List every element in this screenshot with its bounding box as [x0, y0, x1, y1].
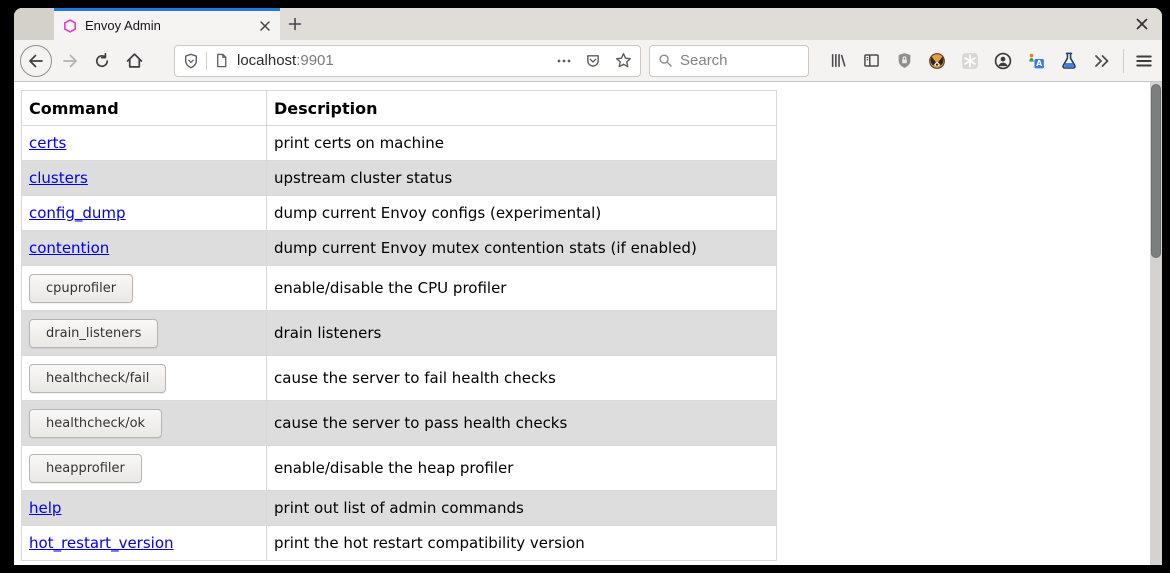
library-icon[interactable] — [829, 52, 847, 70]
description-cell: print out list of admin commands — [267, 491, 777, 526]
url-text[interactable]: localhost:9901 — [237, 52, 557, 69]
navigation-toolbar: localhost:9901 — [14, 40, 1162, 82]
urlbar-divider — [206, 52, 207, 70]
table-row: healthcheck/fail cause the server to fail… — [22, 356, 777, 401]
window-close-button[interactable] — [1122, 8, 1162, 40]
description-cell: cause the server to pass health checks — [267, 401, 777, 446]
command-cell: hot_restart_version — [22, 526, 267, 561]
tab-title: Envoy Admin — [85, 18, 251, 33]
back-icon — [28, 53, 44, 69]
table-row: heapprofiler enable/disable the heap prof… — [22, 446, 777, 491]
scrollbar-thumb[interactable] — [1151, 84, 1161, 258]
table-row: certs print certs on machine — [22, 126, 777, 161]
command-cell: certs — [22, 126, 267, 161]
description-cell: enable/disable the heap profiler — [267, 446, 777, 491]
home-icon — [126, 52, 143, 69]
command-link-hot-restart-version[interactable]: hot_restart_version — [29, 534, 174, 552]
command-cell: cpuprofiler — [22, 266, 267, 311]
search-input[interactable] — [680, 52, 780, 69]
command-button-heapprofiler[interactable]: heapprofiler — [29, 454, 142, 483]
sidebar-icon[interactable] — [862, 52, 880, 70]
table-row: help print out list of admin commands — [22, 491, 777, 526]
command-button-cpuprofiler[interactable]: cpuprofiler — [29, 274, 133, 303]
svg-text:A: A — [1036, 59, 1043, 68]
command-button-healthcheck-fail[interactable]: healthcheck/fail — [29, 364, 166, 393]
table-row: config_dump dump current Envoy configs (e… — [22, 196, 777, 231]
command-link-config-dump[interactable]: config_dump — [29, 204, 126, 222]
back-button[interactable] — [20, 45, 52, 77]
command-cell: config_dump — [22, 196, 267, 231]
flask-extension-icon[interactable] — [1060, 52, 1078, 70]
page-info-icon[interactable] — [214, 53, 229, 68]
table-row: clusters upstream cluster status — [22, 161, 777, 196]
shield-lock-icon[interactable] — [895, 52, 913, 70]
menu-icon — [1135, 52, 1153, 70]
command-link-help[interactable]: help — [29, 499, 61, 517]
overflow-chevron-icon[interactable] — [1093, 52, 1111, 70]
toolbar-separator — [1123, 49, 1124, 73]
browser-window: Envoy Admin — [14, 8, 1162, 565]
page-actions-icon[interactable] — [557, 54, 571, 68]
command-cell: healthcheck/ok — [22, 401, 267, 446]
table-row: contention dump current Envoy mutex conte… — [22, 231, 777, 266]
command-cell: clusters — [22, 161, 267, 196]
command-cell: heapprofiler — [22, 446, 267, 491]
command-link-clusters[interactable]: clusters — [29, 169, 88, 187]
table-row: healthcheck/ok cause the server to pass h… — [22, 401, 777, 446]
new-tab-button[interactable] — [280, 8, 310, 40]
vertical-scrollbar[interactable] — [1150, 82, 1162, 565]
description-cell: upstream cluster status — [267, 161, 777, 196]
command-cell: contention — [22, 231, 267, 266]
page-content: Command Description certs print certs on … — [14, 82, 1162, 565]
tab-close-icon[interactable] — [259, 20, 271, 32]
description-cell: print certs on machine — [267, 126, 777, 161]
reload-button[interactable] — [88, 47, 116, 75]
titlebar-drag-space — [14, 8, 54, 40]
description-cell: enable/disable the CPU profiler — [267, 266, 777, 311]
pocket-icon[interactable] — [585, 53, 601, 69]
description-cell: dump current Envoy mutex contention stat… — [267, 231, 777, 266]
table-row: drain_listeners drain listeners — [22, 311, 777, 356]
shield-icon[interactable] — [183, 53, 199, 69]
search-bar[interactable] — [649, 45, 809, 77]
account-icon[interactable] — [994, 52, 1012, 70]
bookmark-star-icon[interactable] — [615, 52, 632, 69]
menu-button[interactable] — [1134, 51, 1154, 71]
table-row: cpuprofiler enable/disable the CPU profil… — [22, 266, 777, 311]
envoy-hexagon-icon — [63, 19, 77, 33]
command-cell: help — [22, 491, 267, 526]
translate-extension-icon[interactable]: A — [1027, 52, 1045, 70]
table-header-row: Command Description — [22, 91, 777, 126]
command-link-contention[interactable]: contention — [29, 239, 109, 257]
url-port: :9901 — [296, 52, 334, 69]
description-cell: dump current Envoy configs (experimental… — [267, 196, 777, 231]
toolbar-extensions: A — [829, 52, 1111, 70]
command-cell: healthcheck/fail — [22, 356, 267, 401]
badger-extension-icon[interactable] — [928, 52, 946, 70]
home-button[interactable] — [120, 47, 148, 75]
admin-commands-table: Command Description certs print certs on … — [21, 90, 777, 561]
command-button-healthcheck-ok[interactable]: healthcheck/ok — [29, 409, 162, 438]
tab-bar: Envoy Admin — [14, 8, 1162, 40]
description-cell: print the hot restart compatibility vers… — [267, 526, 777, 561]
tab-envoy-admin[interactable]: Envoy Admin — [54, 8, 280, 40]
forward-button[interactable] — [56, 47, 84, 75]
table-row: hot_restart_version print the hot restart… — [22, 526, 777, 561]
column-header-command: Command — [22, 91, 267, 126]
description-cell: drain listeners — [267, 311, 777, 356]
snowflake-extension-icon[interactable] — [961, 52, 979, 70]
command-button-drain-listeners[interactable]: drain_listeners — [29, 319, 158, 348]
reload-icon — [94, 53, 110, 69]
url-bar[interactable]: localhost:9901 — [174, 45, 641, 77]
forward-icon — [62, 53, 78, 69]
url-host: localhost — [237, 52, 296, 69]
column-header-description: Description — [267, 91, 777, 126]
command-link-certs[interactable]: certs — [29, 134, 66, 152]
tabbar-spacer — [310, 8, 1122, 40]
description-cell: cause the server to fail health checks — [267, 356, 777, 401]
command-cell: drain_listeners — [22, 311, 267, 356]
search-icon — [658, 53, 673, 68]
